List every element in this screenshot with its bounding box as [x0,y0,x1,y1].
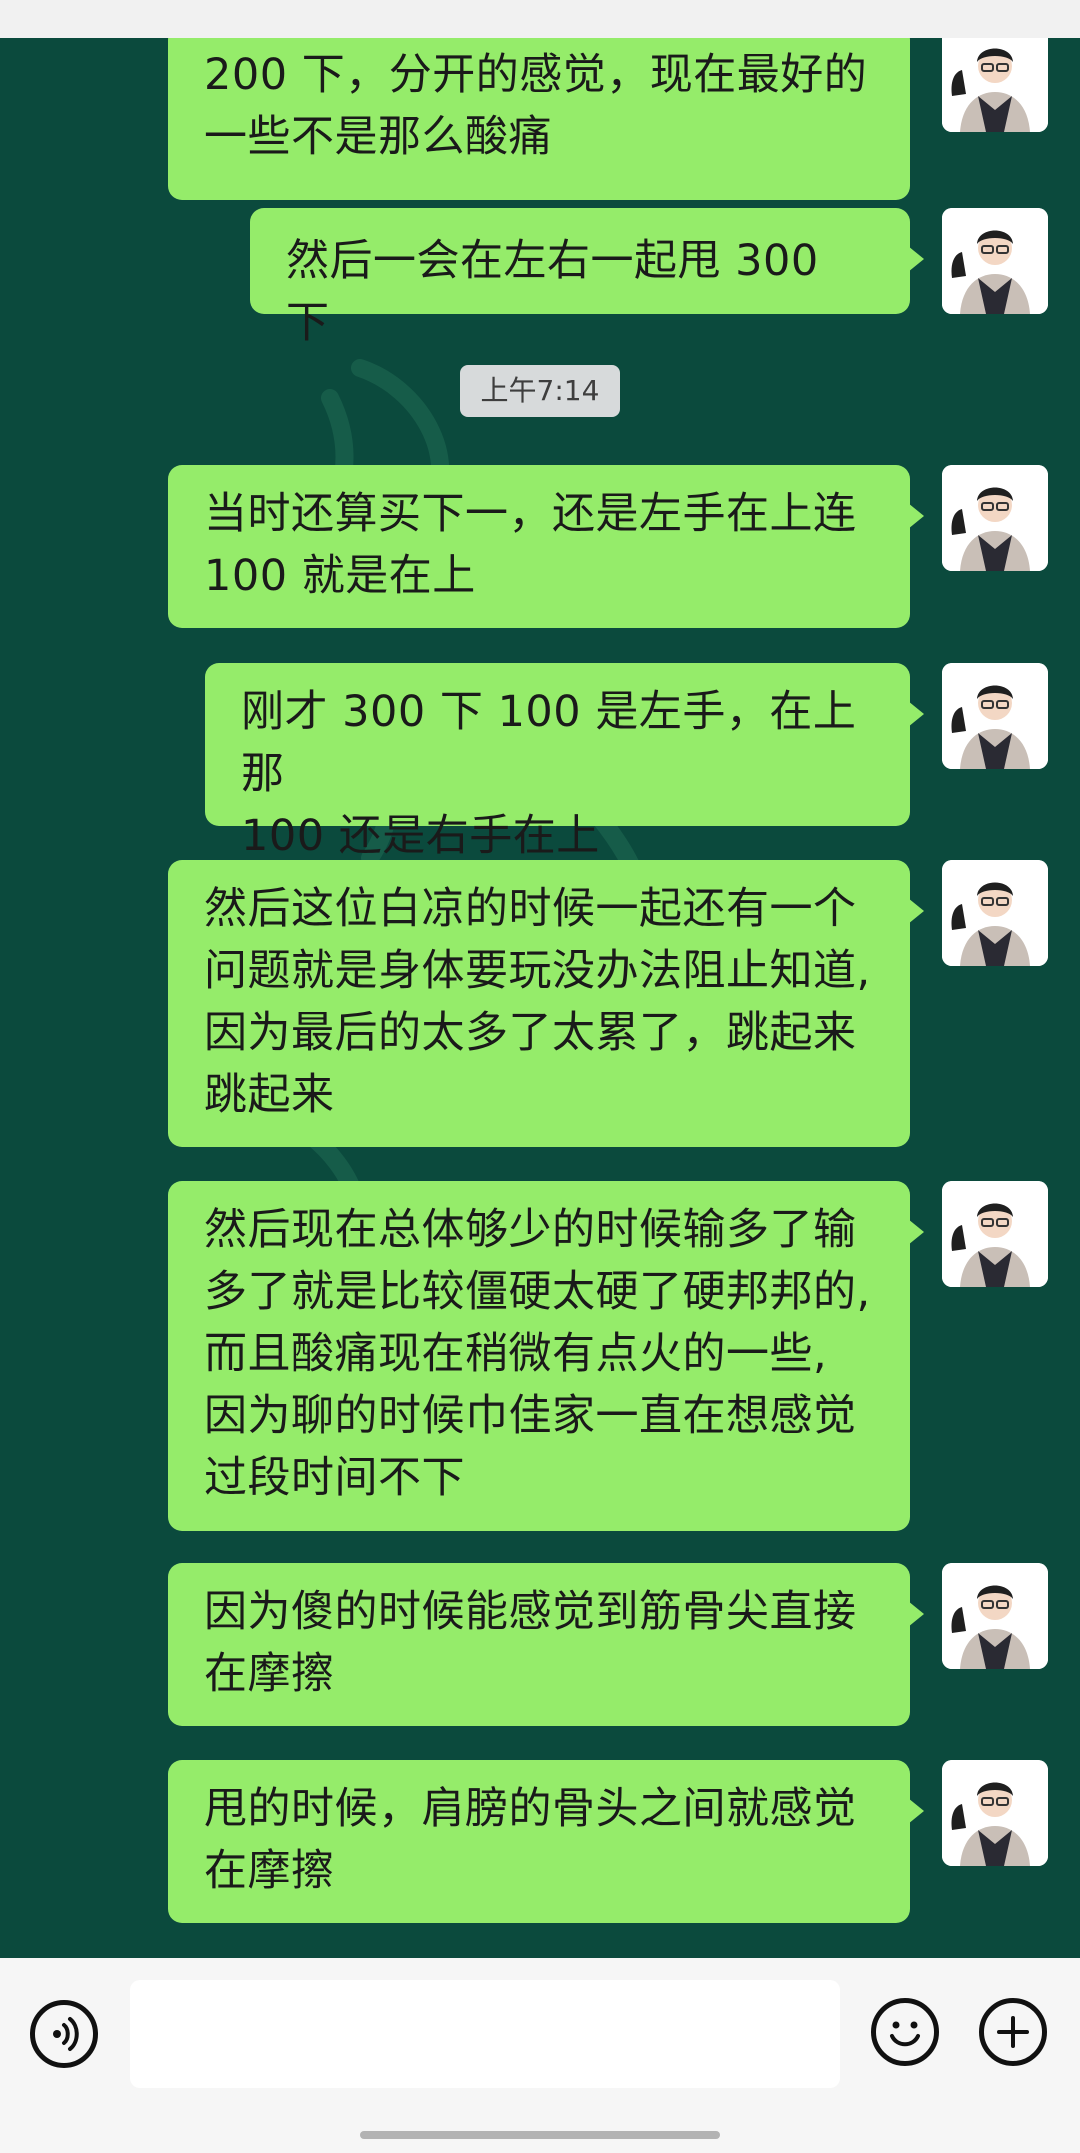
person-avatar-icon [942,208,1048,314]
avatar[interactable] [942,860,1048,966]
avatar[interactable] [942,1563,1048,1669]
chat-bubble[interactable]: 然后现在总体够少的时候输多了输 多了就是比较僵硬太硬了硬邦邦的, 而且酸痛现在稍… [168,1181,924,1531]
avatar[interactable] [942,1181,1048,1287]
message-line: 100 还是右手在上 [241,811,600,861]
message-input[interactable] [130,1980,840,2088]
avatar[interactable] [942,208,1048,314]
smiley-face-icon[interactable] [871,1998,939,2066]
plus-circle-icon[interactable] [979,1998,1047,2066]
message-line: 刚才 300 下 100 是左手，在上那 [241,687,857,799]
avatar[interactable] [942,663,1048,769]
chat-bubble[interactable]: 当时还算买下一，还是左手在上连 100 就是在上 [168,465,924,628]
person-avatar-icon [942,38,1048,132]
avatar[interactable] [942,465,1048,571]
message-line: 在摩擦 [204,1649,335,1699]
message-line: 然后这位白凉的时候一起还有一个 [204,884,857,934]
chat-bubble[interactable]: 然后这位白凉的时候一起还有一个 问题就是身体要玩没办法阻止知道, 因为最后的太多… [168,860,924,1147]
chat-bubble[interactable]: 甩的时候，肩膀的骨头之间就感觉 在摩擦 [168,1760,924,1923]
avatar[interactable] [942,38,1048,132]
status-bar-strip [0,0,1080,38]
home-indicator [360,2131,720,2139]
input-bar [0,1958,1080,2153]
message-line: 多了就是比较僵硬太硬了硬邦邦的, [204,1267,871,1317]
message-line: 因为最后的太多了太累了，跳起来 [204,1008,857,1058]
message-line: 然后现在总体够少的时候输多了输 [204,1205,857,1255]
smiley-glyph [890,2021,920,2047]
voice-wave-icon[interactable] [30,2000,98,2068]
message-line: 过段时间不下 [204,1453,465,1503]
chat-bubble[interactable]: 刚才 300 下 100 是左手，在上那 100 还是右手在上 [205,663,924,861]
chat-area[interactable]: 200 下，分开的感觉，现在最好的 一些不是那么酸痛 然后一会在左右一起甩 30… [0,38,1080,1958]
message-line: 甩的时候，肩膀的骨头之间就感觉 [204,1784,857,1834]
plus-glyph [997,2016,1029,2048]
chat-bubble[interactable]: 然后一会在左右一起甩 300 下 [250,208,924,348]
message-line: 200 下，分开的感觉，现在最好的 [204,50,868,100]
chat-bubble[interactable]: 200 下，分开的感觉，现在最好的 一些不是那么酸痛 [168,38,910,200]
person-avatar-icon [942,465,1048,571]
message-line: 100 就是在上 [204,551,476,601]
person-avatar-icon [942,663,1048,769]
message-line: 因为聊的时候巾佳家一直在想感觉 [204,1391,857,1441]
person-avatar-icon [942,1760,1048,1866]
timestamp: 上午7:14 [460,365,620,417]
person-avatar-icon [942,1181,1048,1287]
message-line: 然后一会在左右一起甩 300 下 [286,236,819,348]
message-line: 当时还算买下一，还是左手在上连 [204,489,857,539]
message-line: 因为傻的时候能感觉到筋骨尖直接 [204,1587,857,1637]
avatar[interactable] [942,1760,1048,1866]
message-line: 而且酸痛现在稍微有点火的一些, [204,1329,828,1379]
chat-bubble[interactable]: 因为傻的时候能感觉到筋骨尖直接 在摩擦 [168,1563,924,1726]
person-avatar-icon [942,860,1048,966]
message-line: 在摩擦 [204,1846,335,1896]
message-line: 一些不是那么酸痛 [204,112,552,162]
person-avatar-icon [942,1563,1048,1669]
message-line: 问题就是身体要玩没办法阻止知道, [204,946,871,996]
message-line: 跳起来 [204,1070,335,1120]
voice-wave-glyph [53,2017,79,2051]
